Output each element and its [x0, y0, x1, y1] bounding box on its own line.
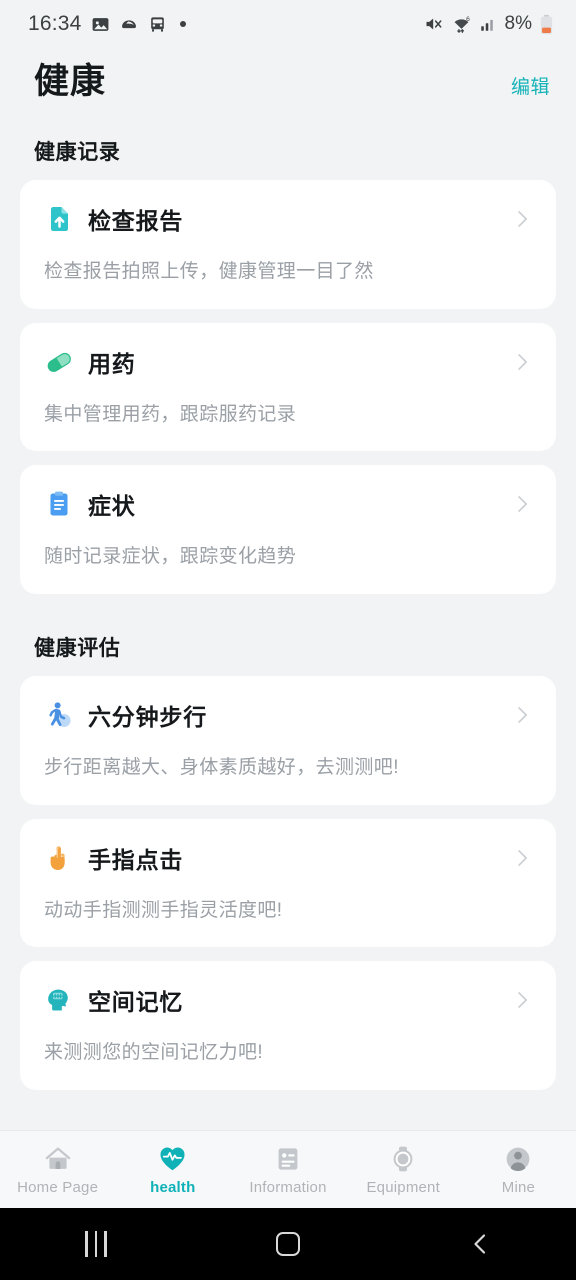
- section-title-health-assessment: 健康评估: [34, 637, 121, 661]
- card-title: 检查报告: [88, 208, 184, 234]
- person-icon: [503, 1144, 533, 1174]
- image-icon: [91, 15, 110, 34]
- svg-text:6: 6: [466, 16, 470, 23]
- document-upload-icon: [44, 204, 74, 234]
- back-chevron-icon[interactable]: [384, 1232, 576, 1256]
- card-description: 检查报告拍照上传，健康管理一目了然: [44, 261, 374, 282]
- card-description: 随时记录症状，跟踪变化趋势: [44, 546, 297, 568]
- signal-icon: [479, 15, 497, 33]
- home-square-icon[interactable]: [192, 1232, 384, 1256]
- mute-icon: [424, 14, 444, 34]
- chevron-right-icon: [512, 209, 532, 229]
- id-card-icon: [273, 1144, 303, 1174]
- tab-label: health: [150, 1178, 196, 1196]
- battery-percent: 8%: [504, 13, 532, 34]
- card-title: 用药: [88, 350, 136, 377]
- card-title: 六分钟步行: [88, 704, 207, 731]
- card-description: 动动手指测测手指灵活度吧!: [44, 899, 283, 921]
- pill-capsule-icon: [44, 347, 74, 377]
- clipboard-icon: [44, 489, 74, 519]
- card-spatial-memory[interactable]: 空间记忆 来测测您的空间记忆力吧!: [20, 961, 556, 1091]
- card-six-minute-walk[interactable]: 六分钟步行 步行距离越大、身体素质越好，去测测吧!: [20, 676, 556, 805]
- card-symptoms[interactable]: 症状 随时记录症状，跟踪变化趋势: [20, 465, 556, 595]
- card-title: 症状: [88, 493, 136, 520]
- card-title: 空间记忆: [88, 989, 184, 1016]
- page-title: 健康: [34, 62, 107, 101]
- status-bar-left: 16:34: [28, 12, 186, 36]
- tab-label: Information: [249, 1178, 327, 1196]
- card-finger-tap[interactable]: 手指点击 动动手指测测手指灵活度吧!: [20, 818, 556, 948]
- bus-icon: [148, 15, 167, 34]
- chevron-right-icon: [512, 352, 532, 372]
- status-bar: 16:34 6 8%: [0, 0, 576, 48]
- status-time: 16:34: [28, 12, 82, 35]
- chevron-right-icon: [512, 990, 532, 1010]
- tab-label: Home Page: [17, 1178, 99, 1196]
- heart-pulse-icon: [158, 1144, 188, 1174]
- dot-indicator: [179, 21, 186, 27]
- walking-person-icon: [44, 700, 74, 730]
- android-navigation-bar: [0, 1208, 576, 1280]
- chevron-right-icon: [512, 494, 532, 514]
- tab-health[interactable]: health: [115, 1144, 230, 1196]
- tab-equipment[interactable]: Equipment: [346, 1144, 461, 1196]
- status-bar-right: 6 8%: [424, 13, 554, 35]
- card-description: 来测测您的空间记忆力吧!: [44, 1042, 264, 1064]
- card-medication[interactable]: 用药 集中管理用药，跟踪服药记录: [20, 322, 556, 452]
- bottom-tab-bar: Home Page health Information Equipment M…: [0, 1130, 576, 1208]
- brain-head-icon: [44, 985, 74, 1015]
- recents-icon[interactable]: [0, 1231, 192, 1257]
- phone-screen: 16:34 6 8% 健康 编辑 健康记录 检查报告 检查报告拍照上传，健康管理…: [0, 0, 576, 1280]
- tab-label: Equipment: [366, 1178, 440, 1196]
- card-description: 步行距离越大、身体素质越好，去测测吧!: [44, 757, 399, 779]
- capsule-icon: [119, 15, 139, 34]
- tab-home-page[interactable]: Home Page: [0, 1144, 115, 1196]
- home-icon: [43, 1144, 73, 1174]
- card-inspection-report[interactable]: 检查报告 检查报告拍照上传，健康管理一目了然: [20, 180, 556, 309]
- tab-mine[interactable]: Mine: [461, 1144, 576, 1196]
- card-title: 手指点击: [88, 846, 184, 873]
- scroll-content[interactable]: 健康记录 检查报告 检查报告拍照上传，健康管理一目了然 用药 集中管理用药，跟踪…: [0, 108, 576, 1130]
- chevron-right-icon: [512, 848, 532, 868]
- battery-icon: [539, 14, 554, 35]
- section-title-health-records: 健康记录: [34, 141, 121, 164]
- wifi-icon: 6: [451, 14, 472, 34]
- tab-label: Mine: [501, 1178, 536, 1196]
- card-description: 集中管理用药，跟踪服药记录: [44, 403, 297, 425]
- watch-icon: [388, 1144, 418, 1174]
- chevron-right-icon: [512, 705, 532, 725]
- pointing-hand-icon: [44, 843, 74, 873]
- tab-information[interactable]: Information: [230, 1144, 345, 1196]
- app-header: 健康 编辑: [0, 48, 576, 108]
- edit-button[interactable]: 编辑: [511, 72, 550, 99]
